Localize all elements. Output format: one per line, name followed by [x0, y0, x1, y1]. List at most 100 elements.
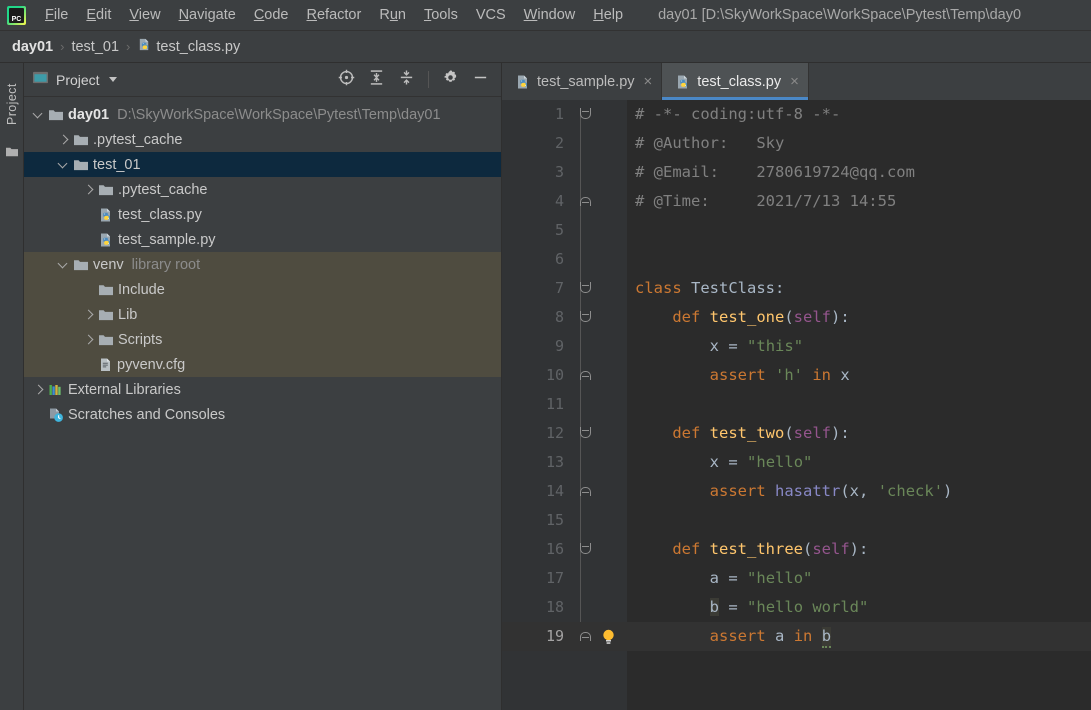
hide-icon[interactable]: [472, 69, 489, 91]
tree-row-external-libraries[interactable]: External Libraries: [24, 377, 501, 402]
tree-row-test-sample-py[interactable]: test_sample.py: [24, 227, 501, 252]
code-lines[interactable]: 1 # -*- coding:utf-8 -*- 2 # @Author: Sky 3 #…: [502, 100, 1091, 710]
code-line[interactable]: 1 # -*- coding:utf-8 -*-: [502, 100, 1091, 129]
fold-end-icon[interactable]: [578, 477, 593, 506]
code-line[interactable]: 3 # @Email: 2780619724@qq.com: [502, 158, 1091, 187]
tree-label: Lib: [118, 306, 138, 323]
menu-bar: PC File Edit View Navigate Code Refactor Run To…: [0, 0, 1091, 31]
menu-item-tools[interactable]: Tools: [415, 4, 467, 26]
fold-end-icon[interactable]: [578, 622, 593, 651]
folder-icon: [73, 158, 89, 172]
pycharm-window: PC File Edit View Navigate Code Refactor Run To…: [0, 0, 1091, 710]
settings-gear-icon[interactable]: [442, 69, 459, 91]
chevron-down-icon[interactable]: [32, 108, 45, 121]
line-number: 4: [554, 192, 564, 210]
select-opened-file-icon[interactable]: [338, 69, 355, 91]
chevron-right-icon[interactable]: [32, 383, 45, 396]
close-icon[interactable]: ×: [790, 74, 799, 89]
fold-end-icon[interactable]: [578, 361, 593, 390]
tree-row-venv[interactable]: venv library root: [24, 252, 501, 277]
chevron-down-icon[interactable]: [57, 158, 70, 171]
fold-end-icon[interactable]: [578, 187, 593, 216]
menu-item-run[interactable]: Run: [370, 4, 415, 26]
tree-arrow-placeholder: [82, 233, 95, 246]
code-text: b = "hello world": [709, 598, 869, 616]
fold-expanded-icon[interactable]: [578, 303, 593, 332]
menu-item-navigate[interactable]: Navigate: [170, 4, 245, 26]
breadcrumb-item-day01[interactable]: day01: [12, 39, 53, 55]
fold-expanded-icon[interactable]: [578, 535, 593, 564]
menu-item-view[interactable]: View: [120, 4, 169, 26]
code-line[interactable]: 4 # @Time: 2021/7/13 14:55: [502, 187, 1091, 216]
chevron-right-icon[interactable]: [57, 133, 70, 146]
code-line[interactable]: 19 assert a in b: [502, 622, 1091, 651]
code-line[interactable]: 11: [502, 390, 1091, 419]
code-line[interactable]: 6: [502, 245, 1091, 274]
menu-item-edit[interactable]: Edit: [77, 4, 120, 26]
libraries-icon: [48, 383, 64, 397]
fold-expanded-icon[interactable]: [578, 274, 593, 303]
menu-items: File Edit View Navigate Code Refactor Run Tools…: [36, 4, 632, 26]
fold-expanded-icon[interactable]: [578, 419, 593, 448]
line-number: 10: [545, 366, 564, 384]
toolbar-divider: [428, 71, 429, 88]
menu-item-help[interactable]: Help: [584, 4, 632, 26]
folder-icon: [48, 108, 64, 122]
editor-tab-bar: test_sample.py × test_class.py ×: [502, 63, 1091, 100]
python-file-icon: [675, 74, 691, 90]
tree-arrow-placeholder: [82, 208, 95, 221]
expand-all-icon[interactable]: [368, 69, 385, 91]
editor-tab-test-class-py[interactable]: test_class.py ×: [662, 63, 809, 100]
tree-row-test-01[interactable]: test_01: [24, 152, 501, 177]
menu-item-vcs[interactable]: VCS: [467, 4, 515, 26]
editor-tab-test-sample-py[interactable]: test_sample.py ×: [502, 63, 663, 100]
chevron-down-icon[interactable]: [57, 258, 70, 271]
tree-row-include[interactable]: Include: [24, 277, 501, 302]
code-line[interactable]: 14 assert hasattr(x, 'check'): [502, 477, 1091, 506]
scratches-icon: [48, 407, 64, 423]
code-line[interactable]: 13 x = "hello": [502, 448, 1091, 477]
code-line[interactable]: 12 def test_two(self):: [502, 419, 1091, 448]
code-editor[interactable]: 1 # -*- coding:utf-8 -*- 2 # @Author: Sky 3 #…: [502, 100, 1091, 710]
chevron-right-icon[interactable]: [82, 333, 95, 346]
chevron-right-icon[interactable]: [82, 183, 95, 196]
fold-expanded-icon[interactable]: [578, 100, 593, 129]
config-file-icon: [98, 357, 113, 372]
code-line[interactable]: 8 def test_one(self):: [502, 303, 1091, 332]
breadcrumb-separator: ›: [60, 39, 65, 54]
code-text: x = "hello": [709, 453, 813, 471]
line-number: 14: [545, 482, 564, 500]
tree-row-day01[interactable]: day01 D:\SkyWorkSpace\WorkSpace\Pytest\Te…: [24, 102, 501, 127]
menu-item-code[interactable]: Code: [245, 4, 298, 26]
close-icon[interactable]: ×: [644, 74, 653, 89]
code-line[interactable]: 5: [502, 216, 1091, 245]
tree-row-scripts[interactable]: Scripts: [24, 327, 501, 352]
code-line[interactable]: 2 # @Author: Sky: [502, 129, 1091, 158]
breadcrumb-item-test_01[interactable]: test_01: [71, 39, 119, 55]
tree-row-scratches-and-consoles[interactable]: Scratches and Consoles: [24, 402, 501, 427]
chevron-right-icon[interactable]: [82, 308, 95, 321]
code-line[interactable]: 17 a = "hello": [502, 564, 1091, 593]
code-line[interactable]: 15: [502, 506, 1091, 535]
menu-item-file[interactable]: File: [36, 4, 77, 26]
chevron-down-icon[interactable]: [108, 77, 117, 82]
tree-row-pyvenv-cfg[interactable]: pyvenv.cfg: [24, 352, 501, 377]
tree-row-test-class-py[interactable]: test_class.py: [24, 202, 501, 227]
code-line[interactable]: 10 assert 'h' in x: [502, 361, 1091, 390]
menu-item-refactor[interactable]: Refactor: [298, 4, 371, 26]
tree-label: test_01: [93, 156, 141, 173]
tree-row--pytest-cache[interactable]: .pytest_cache: [24, 127, 501, 152]
line-number: 16: [545, 540, 564, 558]
collapse-all-icon[interactable]: [398, 69, 415, 91]
stripe-button-project[interactable]: Project: [0, 69, 24, 139]
code-line[interactable]: 7 class TestClass:: [502, 274, 1091, 303]
tree-row--pytest-cache[interactable]: .pytest_cache: [24, 177, 501, 202]
menu-item-window[interactable]: Window: [515, 4, 585, 26]
code-text: # @Author: Sky: [635, 134, 785, 152]
code-line[interactable]: 18 b = "hello world": [502, 593, 1091, 622]
code-line[interactable]: 9 x = "this": [502, 332, 1091, 361]
intention-bulb-icon[interactable]: [601, 627, 616, 645]
code-line[interactable]: 16 def test_three(self):: [502, 535, 1091, 564]
breadcrumb-item-test_class[interactable]: test_class.py: [156, 39, 240, 55]
tree-row-lib[interactable]: Lib: [24, 302, 501, 327]
